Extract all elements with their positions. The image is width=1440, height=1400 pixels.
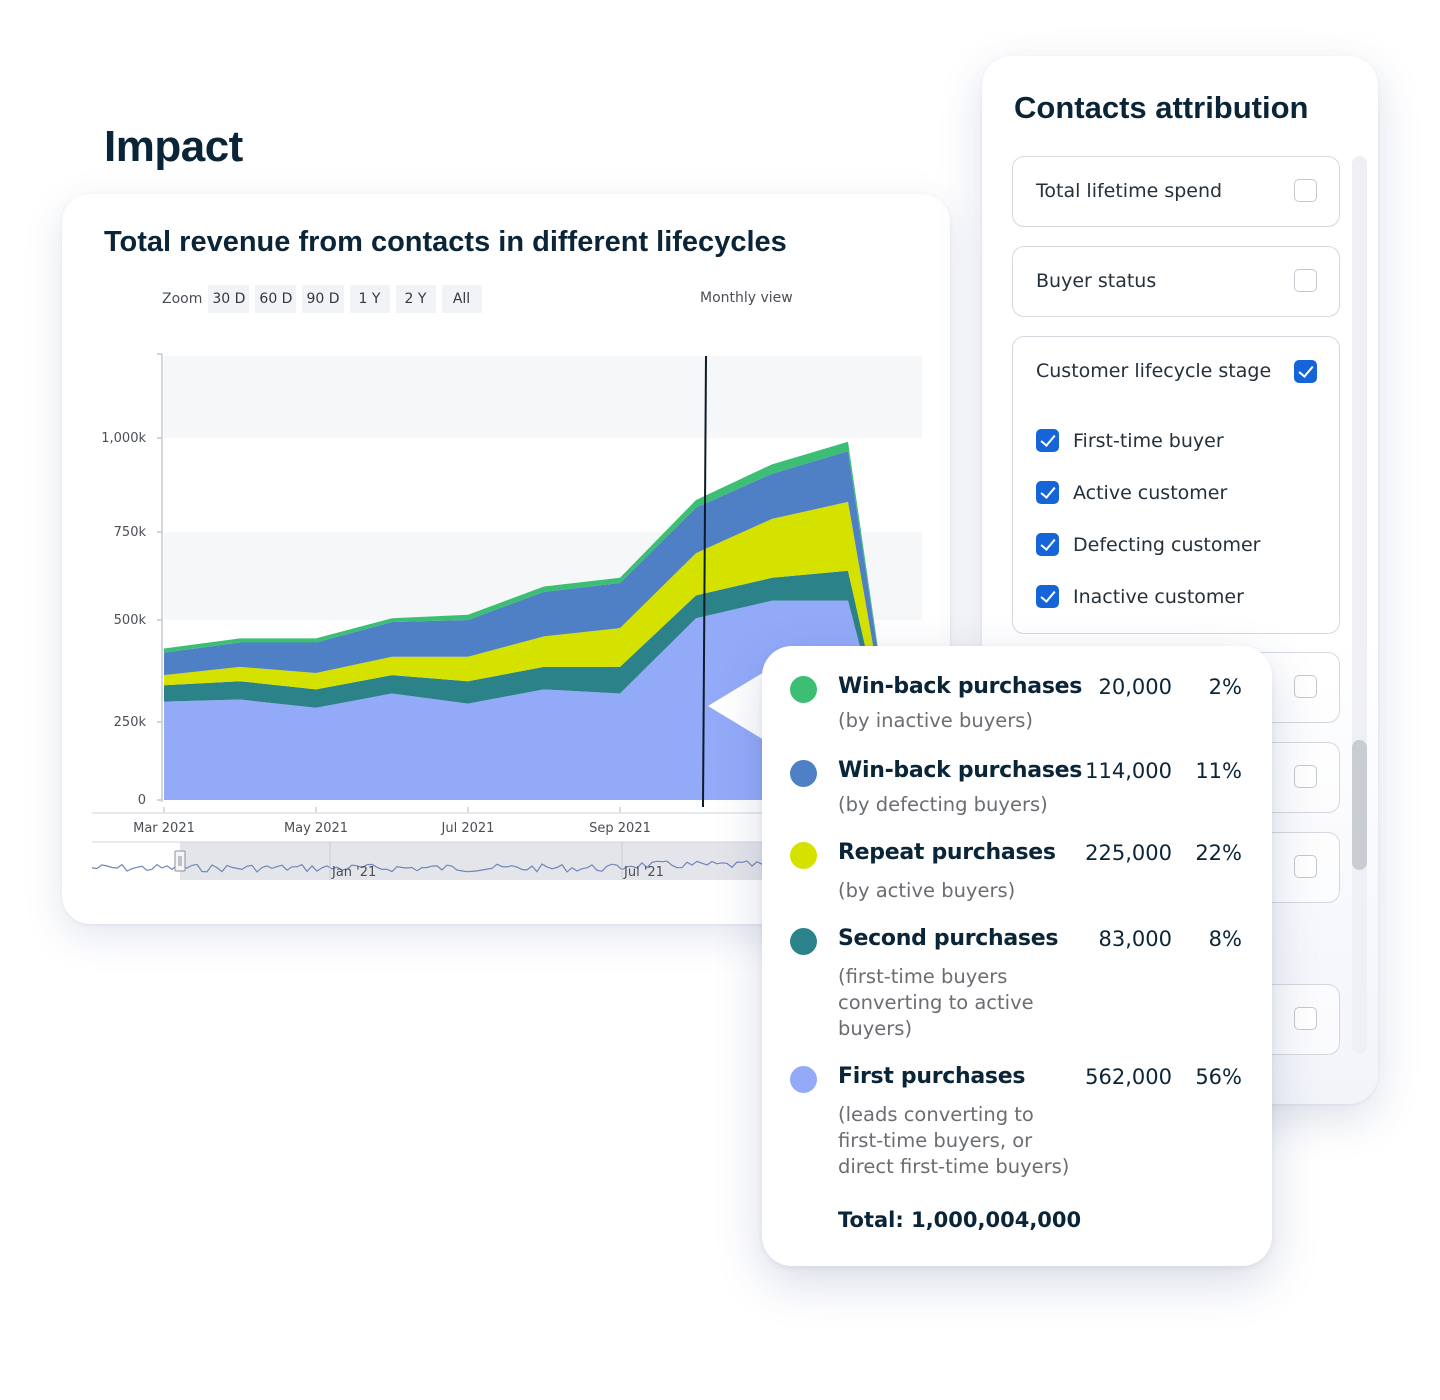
series-color-dot-icon (790, 842, 817, 869)
scrollbar-track[interactable] (1352, 156, 1367, 1054)
attr-option-label: Total lifetime spend (1036, 180, 1223, 202)
tooltip-pointer (708, 672, 764, 740)
x-tick-label: May 2021 (284, 821, 348, 836)
series-color-dot-icon (790, 676, 817, 703)
checkbox[interactable] (1294, 269, 1317, 292)
option-label: First-time buyer (1073, 430, 1224, 452)
series-value: 20,000 (1098, 675, 1172, 699)
checkbox[interactable] (1036, 533, 1059, 556)
lifecycle-stage-label: Customer lifecycle stage (1036, 360, 1272, 382)
checkbox[interactable] (1036, 429, 1059, 452)
attr-option-buyer-status[interactable]: Buyer status (1012, 246, 1340, 317)
series-name: First purchases (838, 1064, 1026, 1089)
series-description: (by inactive buyers) (838, 709, 1034, 732)
attribution-title: Contacts attribution (1014, 90, 1309, 125)
x-tick-label: Jul 2021 (441, 821, 495, 836)
series-description: (by active buyers) (838, 879, 1016, 902)
navigator-handle[interactable] (174, 850, 186, 872)
y-tick-label: 500k (114, 613, 147, 628)
series-percent: 8% (1208, 927, 1242, 951)
checkbox[interactable] (1294, 675, 1317, 698)
grid-band (164, 356, 922, 438)
series-description: (first-time buyers converting to active … (838, 965, 1034, 1040)
y-tick-label: 0 (138, 793, 146, 808)
scrollbar-thumb[interactable] (1352, 740, 1367, 870)
option-label: Active customer (1073, 482, 1228, 504)
series-color-dot-icon (790, 760, 817, 787)
chart-tooltip: Win-back purchases 20,000 2% (by inactiv… (762, 646, 1272, 1266)
tooltip-total: Total: 1,000,004,000 (838, 1208, 1082, 1232)
series-color-dot-icon (790, 928, 817, 955)
x-tick-label: Mar 2021 (133, 821, 195, 836)
series-name: Win-back purchases (838, 674, 1083, 699)
series-value: 114,000 (1085, 759, 1172, 783)
series-value: 83,000 (1098, 927, 1172, 951)
series-percent: 2% (1208, 675, 1242, 699)
option-label: Inactive customer (1073, 586, 1244, 608)
attr-option-label: Buyer status (1036, 270, 1157, 292)
y-tick-label: 250k (114, 715, 147, 730)
checkbox[interactable] (1036, 585, 1059, 608)
checkbox[interactable] (1294, 179, 1317, 202)
y-tick-label: 1,000k (101, 431, 146, 446)
series-percent: 22% (1195, 841, 1242, 865)
series-name: Repeat purchases (838, 840, 1056, 865)
checkbox[interactable] (1294, 765, 1317, 788)
checkbox[interactable] (1294, 855, 1317, 878)
page-heading: Impact (104, 122, 243, 171)
series-percent: 11% (1195, 759, 1242, 783)
attr-option-customer-lifecycle-stage: Customer lifecycle stage First-time buye… (1012, 336, 1340, 634)
attr-option-total-lifetime-spend[interactable]: Total lifetime spend (1012, 156, 1340, 227)
series-name: Second purchases (838, 926, 1059, 951)
series-name: Win-back purchases (838, 758, 1083, 783)
series-value: 562,000 (1085, 1065, 1172, 1089)
series-description: (leads converting to first-time buyers, … (838, 1103, 1070, 1178)
series-percent: 56% (1195, 1065, 1242, 1089)
option-label: Defecting customer (1073, 534, 1261, 556)
x-tick-label: Sep 2021 (589, 821, 651, 836)
series-description: (by defecting buyers) (838, 793, 1048, 816)
series-color-dot-icon (790, 1066, 817, 1093)
lifecycle-stage-checkbox[interactable] (1294, 360, 1317, 383)
y-tick-label: 750k (114, 525, 147, 540)
checkbox[interactable] (1294, 1007, 1317, 1030)
series-value: 225,000 (1085, 841, 1172, 865)
checkbox[interactable] (1036, 481, 1059, 504)
navigator-label: Jan '21 (331, 865, 376, 880)
navigator-label: Jul '21 (623, 865, 664, 880)
